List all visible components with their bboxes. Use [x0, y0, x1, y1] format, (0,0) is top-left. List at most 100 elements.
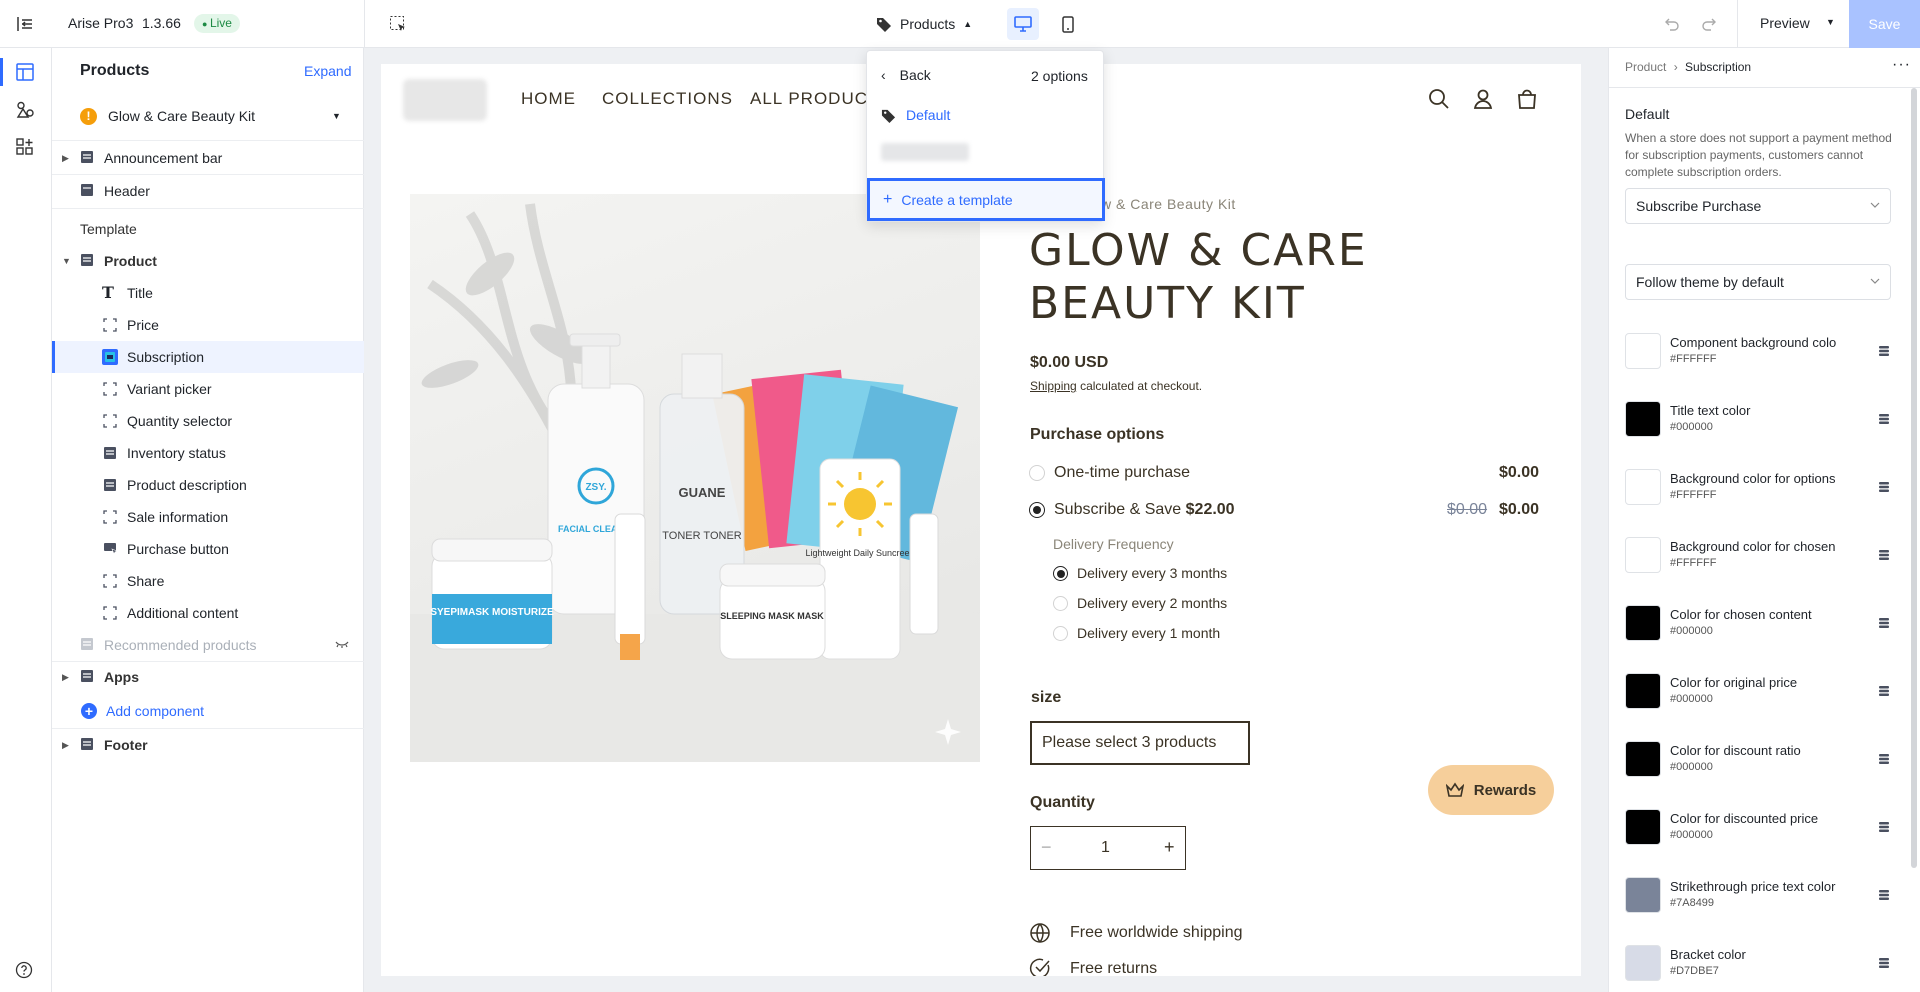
create-template-button[interactable]: + Create a template — [867, 178, 1105, 221]
quantity-input[interactable]: 1 — [1101, 839, 1110, 857]
shipping-link[interactable]: Shipping — [1030, 379, 1077, 393]
color-setting-row[interactable]: Color for chosen content #000000 — [1609, 605, 1909, 661]
tree-item-product-description[interactable]: Product description — [52, 469, 364, 501]
hidden-eye-icon[interactable] — [335, 640, 349, 650]
one-time-label[interactable]: One-time purchase — [1054, 464, 1190, 482]
color-swatch[interactable] — [1625, 673, 1661, 709]
nav-home[interactable]: HOME — [521, 89, 576, 109]
search-icon[interactable] — [1428, 88, 1450, 110]
database-icon[interactable] — [1878, 481, 1890, 493]
tree-item-variant-picker[interactable]: Variant picker — [52, 373, 364, 405]
subscribe-radio[interactable] — [1029, 502, 1045, 518]
layout-icon[interactable] — [13, 60, 37, 84]
template-option-default[interactable]: Default — [881, 107, 950, 123]
size-select-button[interactable]: Please select 3 products — [1030, 721, 1250, 765]
color-setting-row[interactable]: Bracket color #D7DBE7 — [1609, 945, 1909, 992]
theme-style-select[interactable]: Follow theme by default — [1625, 264, 1891, 300]
breadcrumb-parent[interactable]: Product — [1625, 60, 1666, 74]
color-setting-name: Component background colo — [1670, 335, 1837, 350]
save-button[interactable]: Save — [1849, 0, 1920, 48]
live-badge: ● Live — [194, 14, 240, 33]
color-swatch[interactable] — [1625, 809, 1661, 845]
select-element-icon[interactable] — [387, 13, 409, 35]
database-icon[interactable] — [1878, 345, 1890, 357]
tree-item-inventory-status[interactable]: Inventory status — [52, 437, 364, 469]
tree-item-footer[interactable]: ▶ Footer — [52, 729, 364, 761]
tree-item-header[interactable]: Header — [52, 175, 364, 207]
delivery-1-month-radio[interactable] — [1053, 626, 1068, 641]
one-time-radio[interactable] — [1029, 465, 1045, 481]
cart-icon[interactable] — [1516, 88, 1538, 110]
tree-item-recommended-products[interactable]: Recommended products — [52, 629, 364, 661]
color-setting-row[interactable]: Background color for options #FFFFFF — [1609, 469, 1909, 525]
color-swatch[interactable] — [1625, 401, 1661, 437]
redo-button[interactable] — [1699, 14, 1719, 34]
nav-all-product[interactable]: ALL PRODUCT — [750, 89, 879, 109]
database-icon[interactable] — [1878, 753, 1890, 765]
account-icon[interactable] — [1472, 88, 1494, 110]
preview-button[interactable]: Preview — [1760, 15, 1810, 31]
tree-item-purchase-button[interactable]: Purchase button — [52, 533, 364, 565]
database-icon[interactable] — [1878, 957, 1890, 969]
tree-item-sale-information[interactable]: Sale information — [52, 501, 364, 533]
template-picker[interactable]: Products ▲ — [876, 12, 986, 36]
color-swatch[interactable] — [1625, 605, 1661, 641]
increase-button[interactable]: + — [1164, 837, 1175, 858]
mobile-view-button[interactable] — [1052, 8, 1084, 40]
database-icon[interactable] — [1878, 413, 1890, 425]
color-swatch[interactable] — [1625, 469, 1661, 505]
preview-dropdown-icon[interactable]: ▼ — [1826, 17, 1835, 27]
color-swatch[interactable] — [1625, 333, 1661, 369]
template-option-blurred[interactable] — [881, 143, 969, 161]
desktop-view-button[interactable] — [1007, 8, 1039, 40]
color-setting-row[interactable]: Color for original price #000000 — [1609, 673, 1909, 729]
color-swatch[interactable] — [1625, 537, 1661, 573]
database-icon[interactable] — [1878, 617, 1890, 629]
color-setting-row[interactable]: Color for discounted price #000000 — [1609, 809, 1909, 865]
subscribe-label-row[interactable]: Subscribe & Save $22.00 — [1054, 501, 1235, 519]
tree-item-price[interactable]: Price — [52, 309, 364, 341]
color-setting-row[interactable]: Component background colo #FFFFFF — [1609, 333, 1909, 389]
purchase-mode-select[interactable]: Subscribe Purchase — [1625, 188, 1891, 224]
exit-editor-icon[interactable] — [14, 13, 36, 35]
delivery-1-month-label[interactable]: Delivery every 1 month — [1077, 625, 1220, 641]
tree-item-additional-content[interactable]: Additional content — [52, 597, 364, 629]
tree-item-quantity-selector[interactable]: Quantity selector — [52, 405, 364, 437]
database-icon[interactable] — [1878, 549, 1890, 561]
color-setting-row[interactable]: Title text color #000000 — [1609, 401, 1909, 457]
database-icon[interactable] — [1878, 821, 1890, 833]
help-icon[interactable] — [14, 960, 34, 980]
tree-item-product[interactable]: ▼ Product — [52, 245, 364, 277]
rewards-button[interactable]: Rewards — [1428, 765, 1554, 815]
tree-item-apps[interactable]: ▶ Apps — [52, 661, 364, 693]
add-component-button[interactable]: + Add component — [52, 695, 364, 727]
tree-item-announcement-bar[interactable]: ▶ Announcement bar — [52, 142, 364, 174]
more-options-icon[interactable]: ··· — [1892, 56, 1911, 74]
database-icon[interactable] — [1878, 889, 1890, 901]
color-swatch[interactable] — [1625, 741, 1661, 777]
expand-link[interactable]: Expand — [304, 63, 351, 79]
decrease-button[interactable]: − — [1041, 837, 1052, 858]
delivery-3-months-radio[interactable] — [1053, 566, 1068, 581]
product-price: $0.00 USD — [1030, 354, 1109, 371]
svg-text:GUANE: GUANE — [679, 485, 726, 500]
color-setting-row[interactable]: Strikethrough price text color #7A8499 — [1609, 877, 1909, 933]
tree-item-share[interactable]: Share — [52, 565, 364, 597]
color-setting-row[interactable]: Color for discount ratio #000000 — [1609, 741, 1909, 797]
tree-item-subscription[interactable]: Subscription — [52, 341, 364, 373]
color-swatch[interactable] — [1625, 945, 1661, 981]
database-icon[interactable] — [1878, 685, 1890, 697]
product-selector[interactable]: ! Glow & Care Beauty Kit ▼ — [64, 100, 352, 132]
delivery-2-months-radio[interactable] — [1053, 596, 1068, 611]
color-swatch[interactable] — [1625, 877, 1661, 913]
nav-collections[interactable]: COLLECTIONS — [602, 89, 733, 109]
theme-style-icon[interactable] — [13, 98, 37, 122]
color-setting-row[interactable]: Background color for chosen #FFFFFF — [1609, 537, 1909, 593]
back-button[interactable]: ‹ Back — [881, 67, 931, 83]
settings-scrollbar[interactable] — [1911, 88, 1917, 868]
tree-item-title[interactable]: T Title — [52, 277, 364, 309]
undo-button[interactable] — [1662, 14, 1682, 34]
delivery-3-months-label[interactable]: Delivery every 3 months — [1077, 565, 1227, 581]
delivery-2-months-label[interactable]: Delivery every 2 months — [1077, 595, 1227, 611]
apps-icon[interactable] — [13, 135, 37, 159]
